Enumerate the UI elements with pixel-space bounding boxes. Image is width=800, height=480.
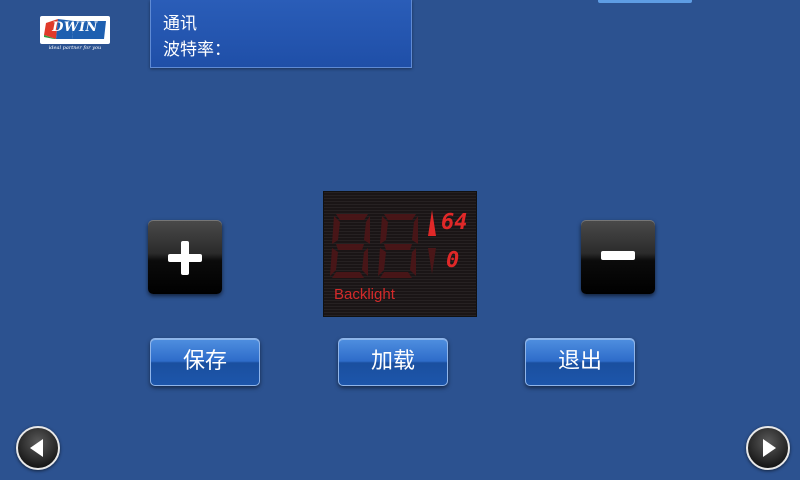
arrow-right-icon <box>763 439 776 457</box>
logo-tagline: ideal partner for you <box>48 45 102 51</box>
current-value-readout: 0 <box>446 248 460 273</box>
logo-text: DWIN <box>52 20 98 35</box>
decrease-button[interactable] <box>581 220 655 294</box>
next-page-button[interactable] <box>746 426 790 470</box>
info-comm-label: 通讯 <box>163 14 197 34</box>
backlight-display: 64 0 Backlight <box>323 191 477 317</box>
top-indicator-strip <box>598 0 692 3</box>
save-button[interactable]: 保存 <box>150 338 260 386</box>
max-value-readout: 64 <box>441 210 468 235</box>
logo-badge: DWIN <box>40 16 110 44</box>
previous-page-button[interactable] <box>16 426 60 470</box>
exit-button[interactable]: 退出 <box>525 338 635 386</box>
plus-icon <box>168 241 202 275</box>
dwin-logo: DWIN ideal partner for you <box>40 16 110 54</box>
info-baud-label: 波特率： <box>163 40 231 60</box>
increase-button[interactable] <box>148 220 222 294</box>
load-button[interactable]: 加载 <box>338 338 448 386</box>
info-panel: 通讯 波特率： <box>150 0 412 68</box>
arrow-left-icon <box>30 439 43 457</box>
minus-icon <box>601 251 635 260</box>
backlight-label: Backlight <box>334 286 395 303</box>
